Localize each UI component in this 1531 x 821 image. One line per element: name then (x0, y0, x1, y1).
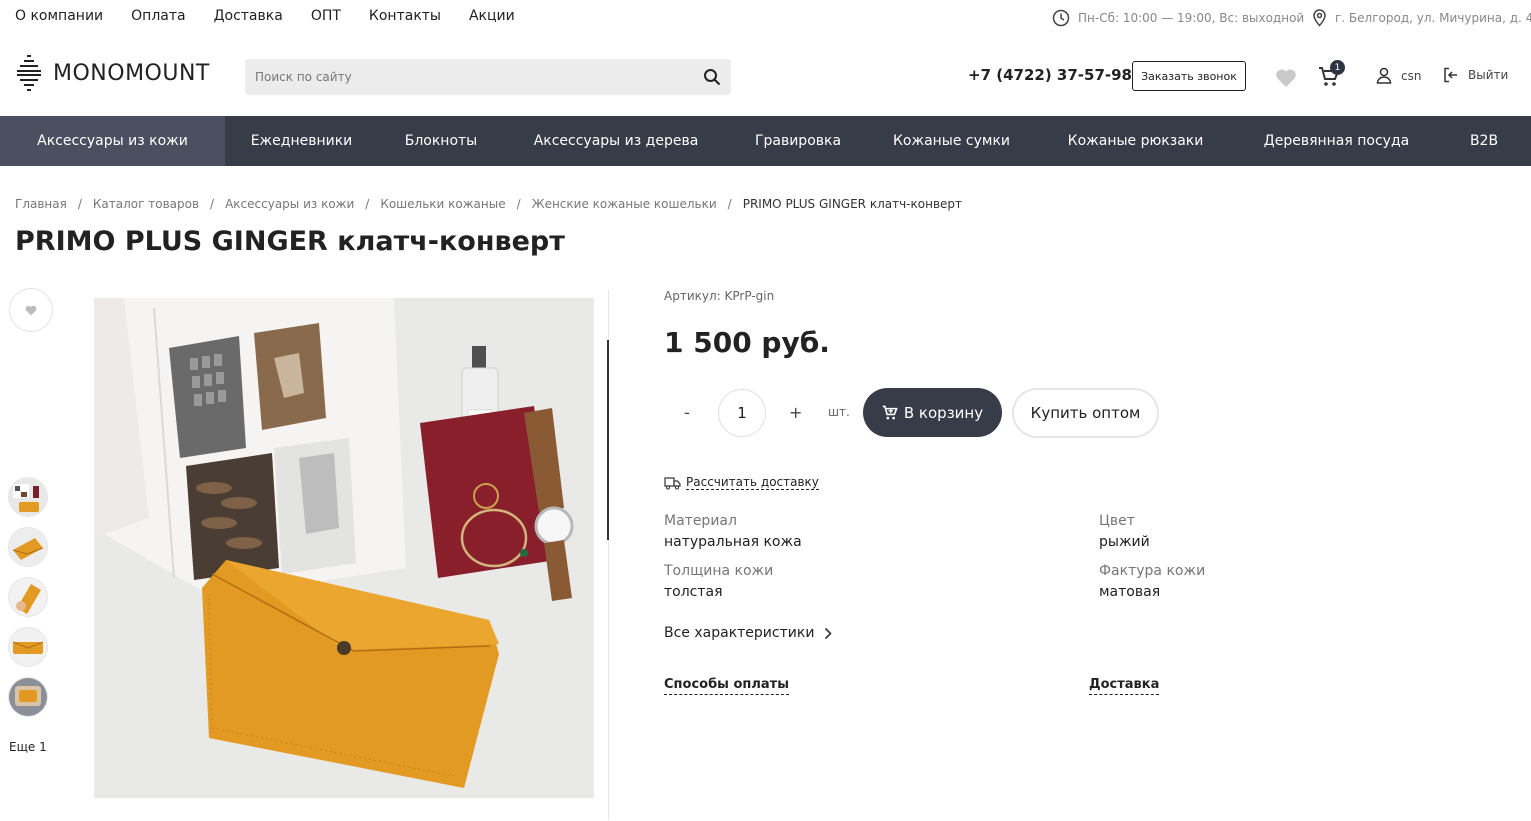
search-input[interactable] (245, 59, 685, 95)
thumbnail-4[interactable] (9, 628, 47, 666)
breadcrumb-separator: / (516, 197, 521, 211)
topnav-about[interactable]: О компании (15, 8, 103, 24)
work-hours: Пн-Сб: 10:00 — 19:00, Вс: выходной (1052, 9, 1304, 27)
quantity-input[interactable]: 1 (718, 389, 766, 437)
mainnav-notebooks[interactable]: Блокноты (378, 116, 504, 166)
product-sku: Артикул: KPrP-gin (664, 289, 775, 303)
breadcrumb-leather-accessories[interactable]: Аксессуары из кожи (225, 197, 354, 211)
thumbnail-list (9, 478, 47, 728)
location-pin-icon (1313, 9, 1326, 27)
product-main-image[interactable] (94, 298, 594, 798)
logout-link[interactable]: Выйти (1443, 67, 1508, 83)
search-bar (245, 59, 731, 95)
mainnav-wooden-tableware[interactable]: Деревянная посуда (1236, 116, 1437, 166)
spec-color: Цвет рыжий (1099, 513, 1150, 550)
phone-number[interactable]: +7 (4722) 37-57-98 (968, 66, 1132, 84)
quantity-unit: шт. (828, 405, 850, 419)
thumbnail-1[interactable] (9, 478, 47, 516)
favorites-heart-icon[interactable] (1275, 68, 1297, 88)
user-name: csn (1401, 68, 1422, 83)
calculate-delivery-label: Рассчитать доставку (686, 475, 819, 490)
site-logo[interactable]: MONOMOUNT (15, 54, 210, 92)
add-to-favorites-button[interactable] (9, 288, 53, 332)
store-address[interactable]: г. Белгород, ул. Мичурина, д. 43 (1312, 9, 1531, 27)
mainnav-engraving[interactable]: Гравировка (728, 116, 868, 166)
delivery-tab[interactable]: Доставка (1089, 677, 1160, 695)
heart-icon (25, 305, 37, 315)
all-specs-link[interactable]: Все характеристики (664, 625, 833, 641)
breadcrumb-separator: / (210, 197, 215, 211)
quantity-decrease-button[interactable]: - (684, 403, 690, 422)
spec-label: Толщина кожи (664, 563, 774, 579)
topnav-payment[interactable]: Оплата (131, 8, 185, 24)
mainnav-leather-accessories[interactable]: Аксессуары из кожи (0, 116, 225, 166)
truck-icon (664, 477, 681, 490)
mainnav-planners[interactable]: Ежедневники (225, 116, 378, 166)
breadcrumb: Главная / Каталог товаров / Аксессуары из … (15, 197, 962, 211)
topnav-promos[interactable]: Акции (469, 8, 515, 24)
breadcrumb-separator: / (727, 197, 732, 211)
search-icon[interactable] (703, 68, 721, 86)
mainnav-leather-bags[interactable]: Кожаные сумки (868, 116, 1035, 166)
all-specs-label: Все характеристики (664, 625, 815, 641)
top-nav: О компании Оплата Доставка ОПТ Контакты … (15, 8, 543, 24)
breadcrumb-separator: / (77, 197, 82, 211)
cart-plus-icon (882, 405, 898, 419)
calculate-delivery-link[interactable]: Рассчитать доставку (664, 475, 819, 490)
chevron-right-icon (825, 627, 833, 639)
topnav-delivery[interactable]: Доставка (214, 8, 283, 24)
logo-icon (17, 55, 41, 91)
buy-wholesale-button[interactable]: Купить оптом (1012, 388, 1159, 438)
spec-label: Фактура кожи (1099, 563, 1206, 579)
cart-button[interactable]: 1 (1318, 60, 1345, 92)
breadcrumb-wallets[interactable]: Кошельки кожаные (380, 197, 505, 211)
spec-value: матовая (1099, 584, 1161, 600)
mainnav-wood-accessories[interactable]: Аксессуары из дерева (504, 116, 728, 166)
spec-value: натуральная кожа (664, 534, 802, 550)
store-address-text: г. Белгород, ул. Мичурина, д. 43 (1335, 11, 1531, 25)
spec-label: Материал (664, 513, 737, 529)
breadcrumb-womens-wallets[interactable]: Женские кожаные кошельки (532, 197, 717, 211)
logo-text: MONOMOUNT (53, 60, 210, 86)
spec-material: Материал натуральная кожа (664, 513, 802, 550)
mainnav-b2b[interactable]: B2B (1437, 116, 1531, 166)
topnav-wholesale[interactable]: ОПТ (311, 8, 341, 24)
topnav-contacts[interactable]: Контакты (369, 8, 441, 24)
spec-texture: Фактура кожи матовая (1099, 563, 1205, 600)
scroll-indicator (607, 340, 609, 540)
breadcrumb-current: PRIMO PLUS GINGER клатч-конверт (742, 197, 963, 211)
spec-value: толстая (664, 584, 723, 600)
logout-label: Выйти (1468, 68, 1509, 82)
add-to-cart-button[interactable]: В корзину (863, 388, 1002, 437)
callback-button[interactable]: Заказать звонок (1132, 61, 1246, 91)
spec-label: Цвет (1099, 513, 1135, 529)
spec-value: рыжий (1099, 534, 1150, 550)
main-nav: Аксессуары из кожи Ежедневники Блокноты … (0, 116, 1531, 166)
payment-methods-tab[interactable]: Способы оплаты (664, 677, 789, 695)
spec-thickness: Толщина кожи толстая (664, 563, 773, 600)
breadcrumb-separator: / (365, 197, 370, 211)
user-account[interactable]: csn (1376, 67, 1421, 84)
breadcrumb-catalog[interactable]: Каталог товаров (93, 197, 199, 211)
breadcrumb-home[interactable]: Главная (15, 197, 67, 211)
thumbnail-2[interactable] (9, 528, 47, 566)
mainnav-leather-backpacks[interactable]: Кожаные рюкзаки (1035, 116, 1236, 166)
page-title: PRIMO PLUS GINGER клатч-конверт (15, 226, 565, 257)
user-icon (1376, 67, 1392, 84)
thumbnail-5[interactable] (9, 678, 47, 716)
work-hours-text: Пн-Сб: 10:00 — 19:00, Вс: выходной (1078, 11, 1305, 25)
cart-count-badge: 1 (1330, 60, 1345, 75)
add-to-cart-label: В корзину (903, 403, 984, 422)
thumbnail-3[interactable] (9, 578, 47, 616)
clock-icon (1052, 9, 1070, 27)
more-images-link[interactable]: Еще 1 (9, 740, 47, 754)
logout-icon (1444, 67, 1457, 83)
quantity-increase-button[interactable]: + (789, 403, 802, 422)
product-price: 1 500 руб. (664, 326, 830, 359)
top-bar: О компании Оплата Доставка ОПТ Контакты … (0, 0, 1531, 34)
